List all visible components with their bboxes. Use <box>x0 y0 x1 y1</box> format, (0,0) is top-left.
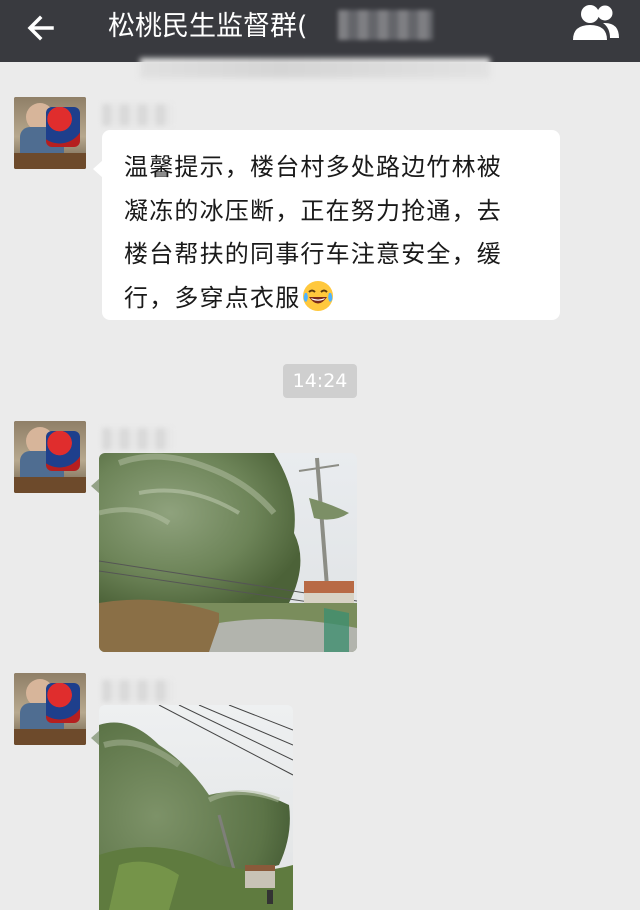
message-line: 行，多穿点衣服 <box>124 277 540 321</box>
sender-name-blurred <box>102 104 172 126</box>
chat-header: 松桃民生监督群( <box>0 0 640 62</box>
group-members-icon[interactable] <box>570 2 622 42</box>
image-message-bamboo-powerline[interactable] <box>99 705 293 910</box>
sender-name-blurred <box>102 680 172 702</box>
chat-title: 松桃民生监督群( <box>108 11 308 42</box>
previous-message-blurred <box>140 58 490 78</box>
timestamp: 14:24 <box>283 364 357 398</box>
message-line: 凝冻的冰压断，正在努力抢通，去 <box>124 196 502 225</box>
avatar[interactable] <box>14 421 86 493</box>
photo-bamboo-roadside <box>99 453 357 652</box>
avatar[interactable] <box>14 97 86 169</box>
photo-bamboo-powerline <box>99 705 293 910</box>
text-message-bubble[interactable]: 温馨提示，楼台村多处路边竹林被 凝冻的冰压断，正在努力抢通，去 楼台帮扶的同事行… <box>93 130 560 321</box>
image-message-bamboo-roadside[interactable] <box>99 453 357 652</box>
back-arrow-icon[interactable] <box>22 6 66 50</box>
message-line: 温馨提示，楼台村多处路边竹林被 <box>124 153 502 181</box>
member-count-blurred <box>338 10 433 40</box>
message-line: 楼台帮扶的同事行车注意安全，缓 <box>124 240 502 268</box>
avatar[interactable] <box>14 673 86 745</box>
sender-name-blurred <box>102 428 172 450</box>
laughing-tears-emoji-icon <box>303 280 334 311</box>
